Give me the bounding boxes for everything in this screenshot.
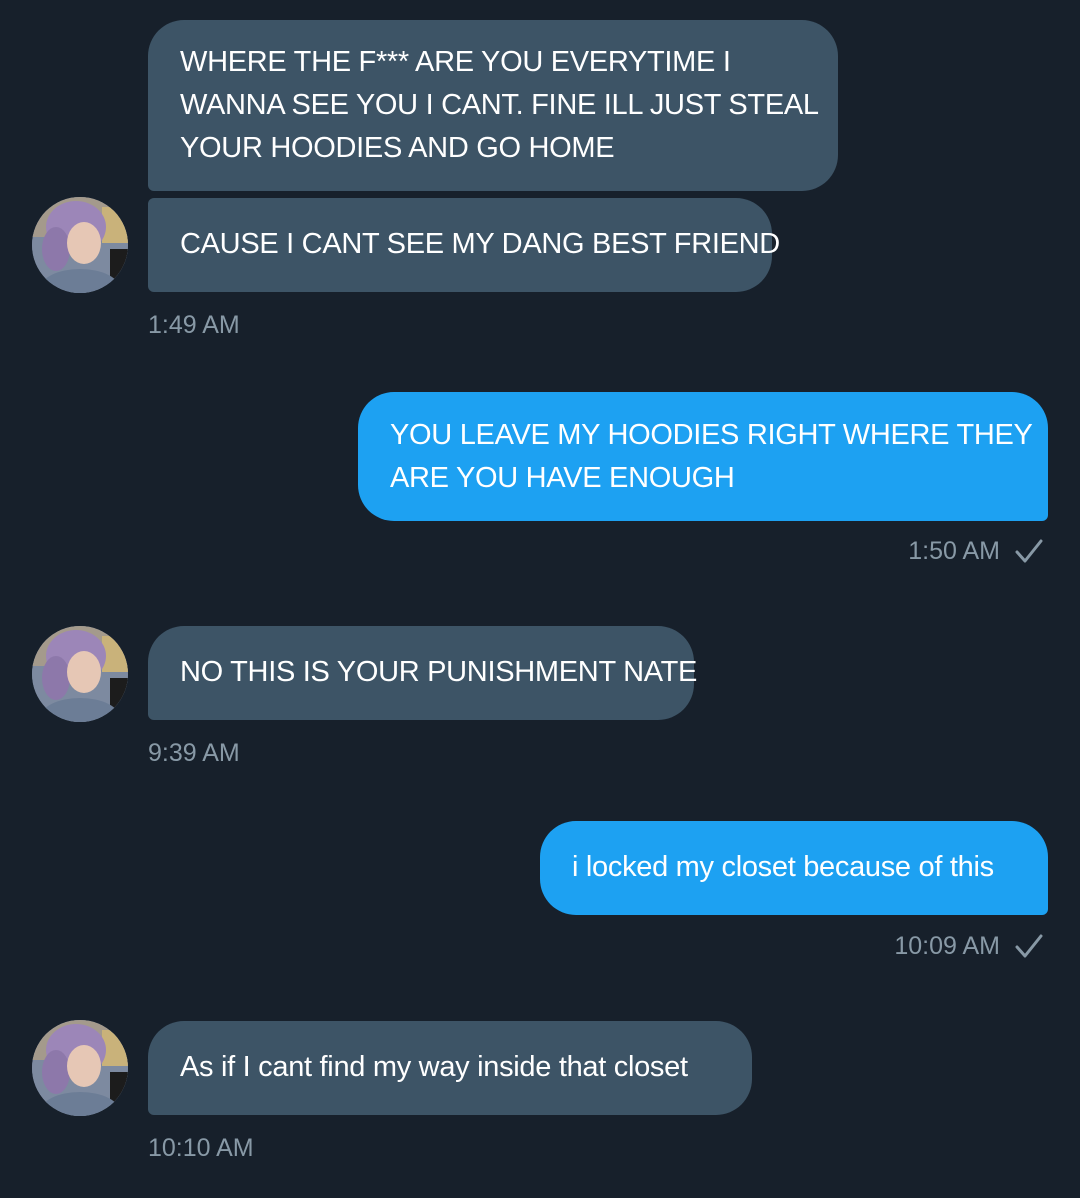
message-text-line: WHERE THE F*** ARE YOU EVERYTIME I bbox=[180, 46, 731, 78]
incoming-message-bubble[interactable]: As if I cant find my way inside that clo… bbox=[148, 1021, 752, 1115]
message-text-line: YOUR HOODIES AND GO HOME bbox=[180, 132, 615, 164]
message-timestamp: 10:09 AM bbox=[894, 932, 1000, 960]
message-text-line: As if I cant find my way inside that clo… bbox=[180, 1051, 688, 1083]
message-text-line: WANNA SEE YOU I CANT. FINE ILL JUST STEA… bbox=[180, 89, 819, 121]
contact-avatar[interactable] bbox=[32, 1020, 128, 1116]
message-timestamp: 1:50 AM bbox=[908, 537, 1000, 565]
message-text-line: YOU LEAVE MY HOODIES RIGHT WHERE THEY bbox=[390, 419, 1033, 451]
contact-avatar[interactable] bbox=[32, 626, 128, 722]
avatar-photo bbox=[32, 626, 128, 722]
message-text-line: CAUSE I CANT SEE MY DANG BEST FRIEND bbox=[180, 228, 780, 260]
message-text-line: NO THIS IS YOUR PUNISHMENT NATE bbox=[180, 656, 698, 688]
message-status: 1:50 AM bbox=[908, 536, 1044, 566]
outgoing-message-bubble[interactable]: i locked my closet because of this bbox=[540, 821, 1048, 915]
message-timestamp: 1:49 AM bbox=[148, 311, 240, 339]
checkmark-icon bbox=[1014, 536, 1044, 566]
message-timestamp: 10:10 AM bbox=[148, 1134, 254, 1162]
incoming-message-bubble[interactable]: WHERE THE F*** ARE YOU EVERYTIME I WANNA… bbox=[148, 20, 838, 191]
avatar-photo bbox=[32, 1020, 128, 1116]
outgoing-message-bubble[interactable]: YOU LEAVE MY HOODIES RIGHT WHERE THEY AR… bbox=[358, 392, 1048, 521]
contact-avatar[interactable] bbox=[32, 197, 128, 293]
message-timestamp: 9:39 AM bbox=[148, 739, 240, 767]
message-text-line: i locked my closet because of this bbox=[572, 851, 994, 883]
incoming-message-bubble[interactable]: CAUSE I CANT SEE MY DANG BEST FRIEND bbox=[148, 198, 780, 292]
avatar-photo bbox=[32, 197, 128, 293]
message-text-line: ARE YOU HAVE ENOUGH bbox=[390, 462, 735, 494]
message-status: 10:09 AM bbox=[894, 931, 1044, 961]
incoming-message-bubble[interactable]: NO THIS IS YOUR PUNISHMENT NATE bbox=[148, 626, 698, 720]
checkmark-icon bbox=[1014, 931, 1044, 961]
